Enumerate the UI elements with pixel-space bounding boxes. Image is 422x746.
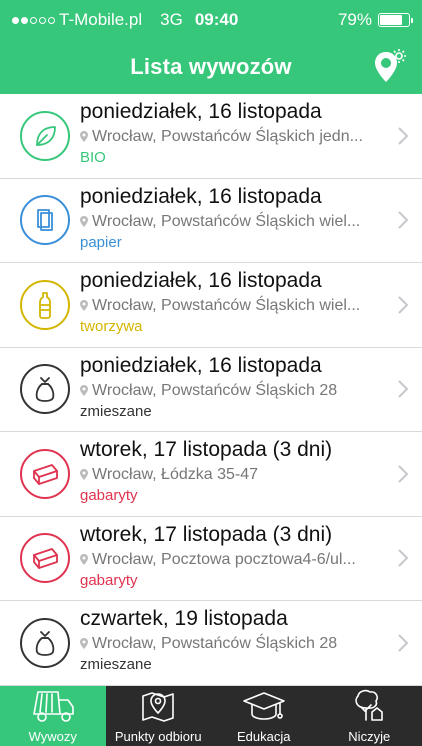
chevron-right-icon — [398, 296, 408, 314]
collection-date: wtorek, 17 listopada (3 dni) — [80, 438, 333, 461]
app-header: T-Mobile.pl 3G 09:40 79% Lista wywozów — [0, 0, 422, 94]
collection-date: poniedziałek, 16 listopada — [80, 184, 322, 208]
list-item[interactable]: poniedziałek, 16 listopada Wrocław, Pows… — [0, 348, 422, 432]
collection-address: Wrocław, Powstańców Śląskich jedn... — [80, 126, 382, 147]
chevron-right-icon — [398, 127, 408, 145]
collection-date: poniedziałek, 16 listopada — [80, 100, 322, 123]
collection-date: poniedziałek, 16 listopada — [80, 269, 322, 292]
waste-type: zmieszane — [80, 656, 152, 673]
chevron-right-icon — [398, 465, 408, 483]
list-item[interactable]: poniedziałek, 16 listopada Wrocław, Pows… — [0, 263, 422, 348]
collection-date: wtorek, 17 listopada (3 dni) — [80, 522, 333, 546]
battery-percent: 79% — [337, 10, 372, 29]
waste-type: gabaryty — [80, 487, 138, 504]
list-item[interactable]: wtorek, 17 listopada (3 dni) Wrocław, Łó… — [0, 432, 422, 517]
carrier-name: T-Mobile.pl — [59, 10, 143, 29]
trash-bag-icon — [20, 617, 70, 668]
tab-bar: Wywozy Punkty odbioru Edukacja Niczyje — [0, 686, 422, 746]
paper-icon — [20, 195, 70, 246]
waste-type: zmieszane — [80, 402, 152, 420]
pin-icon — [80, 638, 88, 649]
status-bar: T-Mobile.pl 3G 09:40 79% — [0, 0, 422, 40]
location-settings-icon[interactable] — [372, 46, 408, 86]
pin-icon — [80, 469, 88, 480]
waste-type: BIO — [80, 149, 106, 166]
tab-wywozy[interactable]: Wywozy — [0, 686, 106, 746]
chevron-right-icon — [398, 380, 408, 398]
pin-icon — [80, 384, 88, 396]
clock: 09:40 — [194, 10, 239, 29]
collection-list: poniedziałek, 16 listopada Wrocław, Pows… — [0, 94, 422, 686]
waste-type: gabaryty — [80, 571, 138, 589]
collection-address: Wrocław, Powstańców Śląskich 28 — [80, 380, 382, 401]
bottle-icon — [20, 279, 70, 330]
map-pin-icon — [135, 688, 181, 729]
tab-punkty-odbioru[interactable]: Punkty odbioru — [106, 686, 212, 746]
tab-edukacja[interactable]: Edukacja — [211, 686, 317, 746]
tab-niczyje[interactable]: Niczyje — [317, 686, 422, 746]
tab-label: Punkty odbioru — [114, 729, 202, 744]
signal-strength-icon — [12, 16, 55, 24]
tab-label: Wywozy — [28, 729, 77, 744]
leaf-icon — [20, 110, 70, 161]
collection-address: Wrocław, Pocztowa pocztowa4-6/ul... — [80, 549, 382, 570]
list-item[interactable]: wtorek, 17 listopada (3 dni) Wrocław, Po… — [0, 517, 422, 601]
chevron-right-icon — [398, 634, 408, 652]
bulky-waste-icon — [20, 448, 70, 499]
pin-icon — [80, 300, 88, 311]
collection-date: poniedziałek, 16 listopada — [80, 353, 322, 377]
pin-icon — [80, 215, 88, 227]
pin-icon — [80, 553, 88, 565]
collection-address: Wrocław, Powstańców Śląskich 28 — [80, 633, 382, 654]
garbage-truck-icon — [30, 688, 76, 729]
battery-icon — [378, 13, 413, 27]
list-item[interactable]: poniedziałek, 16 listopada Wrocław, Pows… — [0, 179, 422, 263]
list-item[interactable]: poniedziałek, 16 listopada Wrocław, Pows… — [0, 94, 422, 179]
pin-icon — [80, 131, 88, 142]
network-type: 3G — [160, 10, 183, 29]
collection-address: Wrocław, Powstańców Śląskich wiel... — [80, 211, 382, 232]
tab-label: Edukacja — [237, 729, 291, 744]
collection-address: Wrocław, Powstańców Śląskich wiel... — [80, 295, 382, 316]
bulky-waste-icon — [20, 533, 70, 584]
waste-type: papier — [80, 233, 122, 251]
trash-bag-icon — [20, 364, 70, 415]
tab-label: Niczyje — [348, 729, 391, 744]
tree-house-icon — [346, 688, 392, 729]
list-item[interactable]: czwartek, 19 listopada Wrocław, Powstańc… — [0, 601, 422, 686]
chevron-right-icon — [398, 211, 408, 229]
collection-date: czwartek, 19 listopada — [80, 607, 288, 630]
title-bar: Lista wywozów — [0, 44, 422, 90]
page-title: Lista wywozów — [130, 54, 292, 79]
graduation-cap-icon — [241, 688, 287, 729]
collection-address: Wrocław, Łódzka 35-47 — [80, 464, 382, 485]
waste-type: tworzywa — [80, 318, 143, 335]
chevron-right-icon — [398, 549, 408, 567]
